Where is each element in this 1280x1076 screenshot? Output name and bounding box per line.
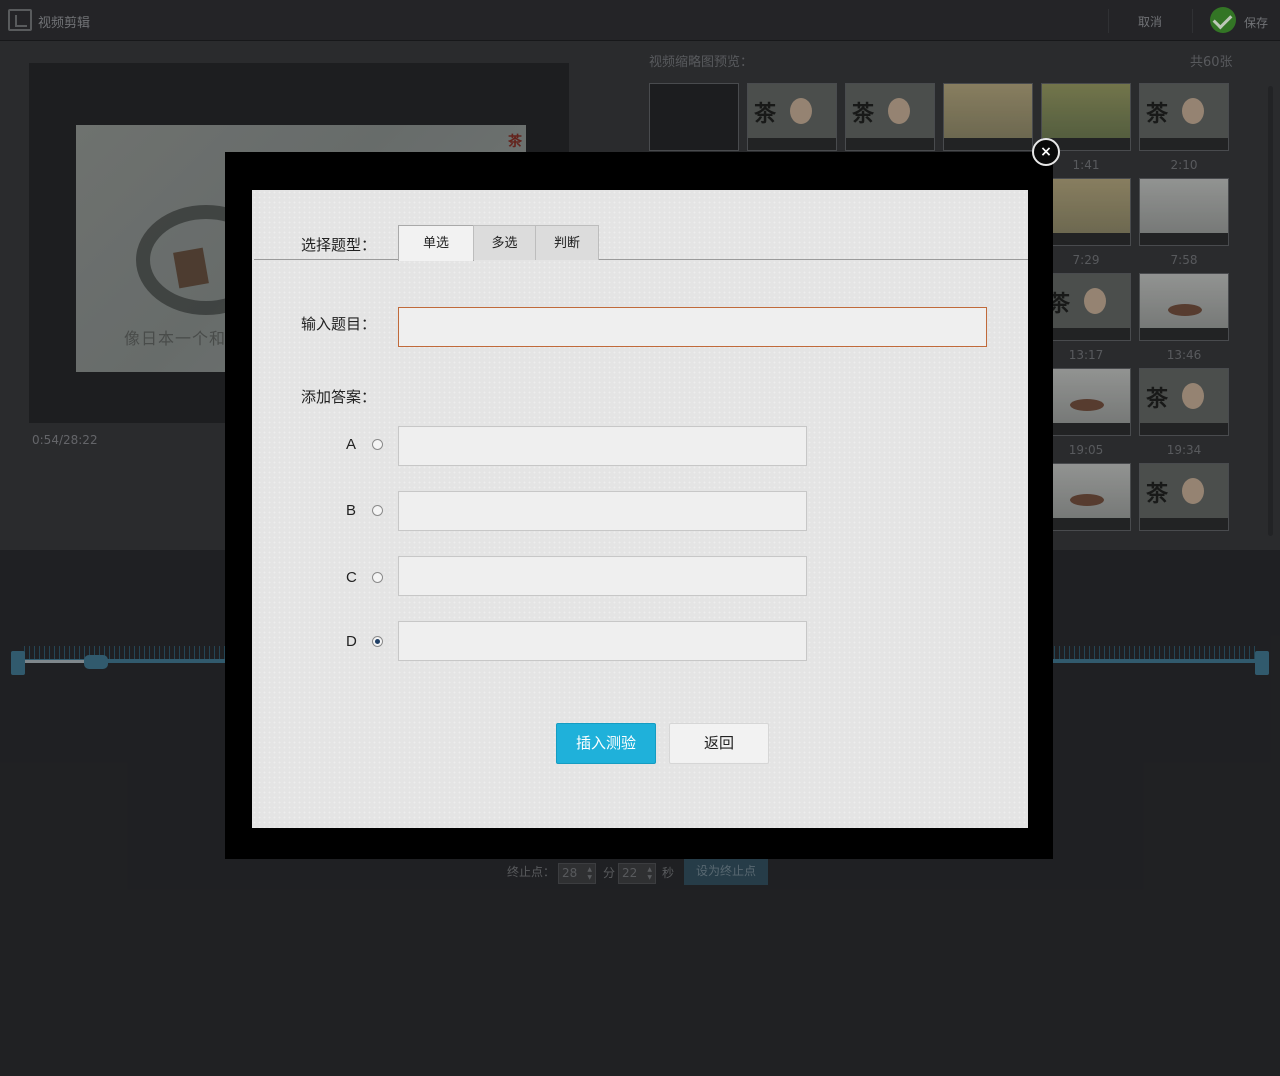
insert-quiz-button[interactable]: 插入测验 <box>556 723 656 764</box>
question-title-label: 输入题目： <box>301 316 377 333</box>
option-c-input[interactable] <box>398 556 807 596</box>
option-letter-c: C <box>346 569 357 586</box>
question-title-input[interactable] <box>398 307 987 347</box>
question-type-label: 选择题型： <box>301 237 377 254</box>
option-a-input[interactable] <box>398 426 807 466</box>
close-icon[interactable]: × <box>1032 138 1060 166</box>
option-letter-a: A <box>346 436 357 453</box>
option-b-input[interactable] <box>398 491 807 531</box>
tab-single-choice[interactable]: 单选 <box>398 225 474 261</box>
back-button[interactable]: 返回 <box>669 723 769 764</box>
option-b-radio[interactable] <box>372 505 383 516</box>
tab-divider <box>254 259 1028 260</box>
tab-multiple-choice[interactable]: 多选 <box>473 225 536 260</box>
add-answers-label: 添加答案： <box>301 389 377 406</box>
option-a-radio[interactable] <box>372 439 383 450</box>
option-letter-b: B <box>346 502 357 519</box>
option-c-radio[interactable] <box>372 572 383 583</box>
option-d-input[interactable] <box>398 621 807 661</box>
option-d-radio[interactable] <box>372 636 383 647</box>
tab-true-false[interactable]: 判断 <box>535 225 599 260</box>
option-letter-d: D <box>346 633 357 650</box>
